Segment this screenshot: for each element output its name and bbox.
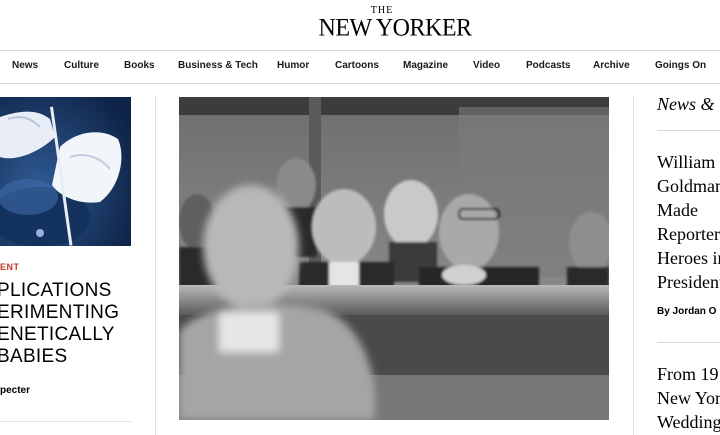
gloved-hands-illustration <box>0 97 131 246</box>
nav-item-books[interactable]: Books <box>124 60 155 71</box>
right-headline[interactable]: William Goldman Made Reporters Heroes in… <box>657 150 720 294</box>
right-byline[interactable]: By Jordan O <box>657 306 716 317</box>
nav-item-business-tech[interactable]: Business & Tech <box>178 60 258 71</box>
nav-item-culture[interactable]: Culture <box>64 60 99 71</box>
nav-item-goings-on[interactable]: Goings On <box>655 60 706 71</box>
section-title-news[interactable]: News & <box>657 94 715 115</box>
nav-item-news[interactable]: News <box>12 60 38 71</box>
article-divider <box>0 421 131 422</box>
article-headline[interactable]: PLICATIONS ERIMENTING ENETICALLY BABIES <box>0 280 132 368</box>
main-nav: News Culture Books Business & Tech Humor… <box>0 50 720 84</box>
new-yorker-logo[interactable]: THE NEW YORKER <box>310 6 480 42</box>
article-byline[interactable]: pecter <box>0 385 30 396</box>
masthead: THE NEW YORKER <box>0 0 720 50</box>
article-category[interactable]: ENT <box>0 262 20 272</box>
column-divider-left <box>155 96 156 435</box>
section-divider <box>657 130 720 131</box>
nav-item-video[interactable]: Video <box>473 60 500 71</box>
article-image-gloved-hands[interactable] <box>0 97 131 246</box>
column-divider-right <box>633 96 634 435</box>
right-headline-2[interactable]: From 19 New Yor Wedding <box>657 362 720 434</box>
nav-item-cartoons[interactable]: Cartoons <box>335 60 379 71</box>
logo-main: NEW YORKER <box>318 14 473 42</box>
courtroom-photo <box>179 97 609 420</box>
nav-item-magazine[interactable]: Magazine <box>403 60 448 71</box>
nav-item-humor[interactable]: Humor <box>277 60 309 71</box>
hero-image-courtroom[interactable] <box>179 97 609 420</box>
nav-item-archive[interactable]: Archive <box>593 60 630 71</box>
nav-item-podcasts[interactable]: Podcasts <box>526 60 570 71</box>
story-divider <box>657 342 720 343</box>
